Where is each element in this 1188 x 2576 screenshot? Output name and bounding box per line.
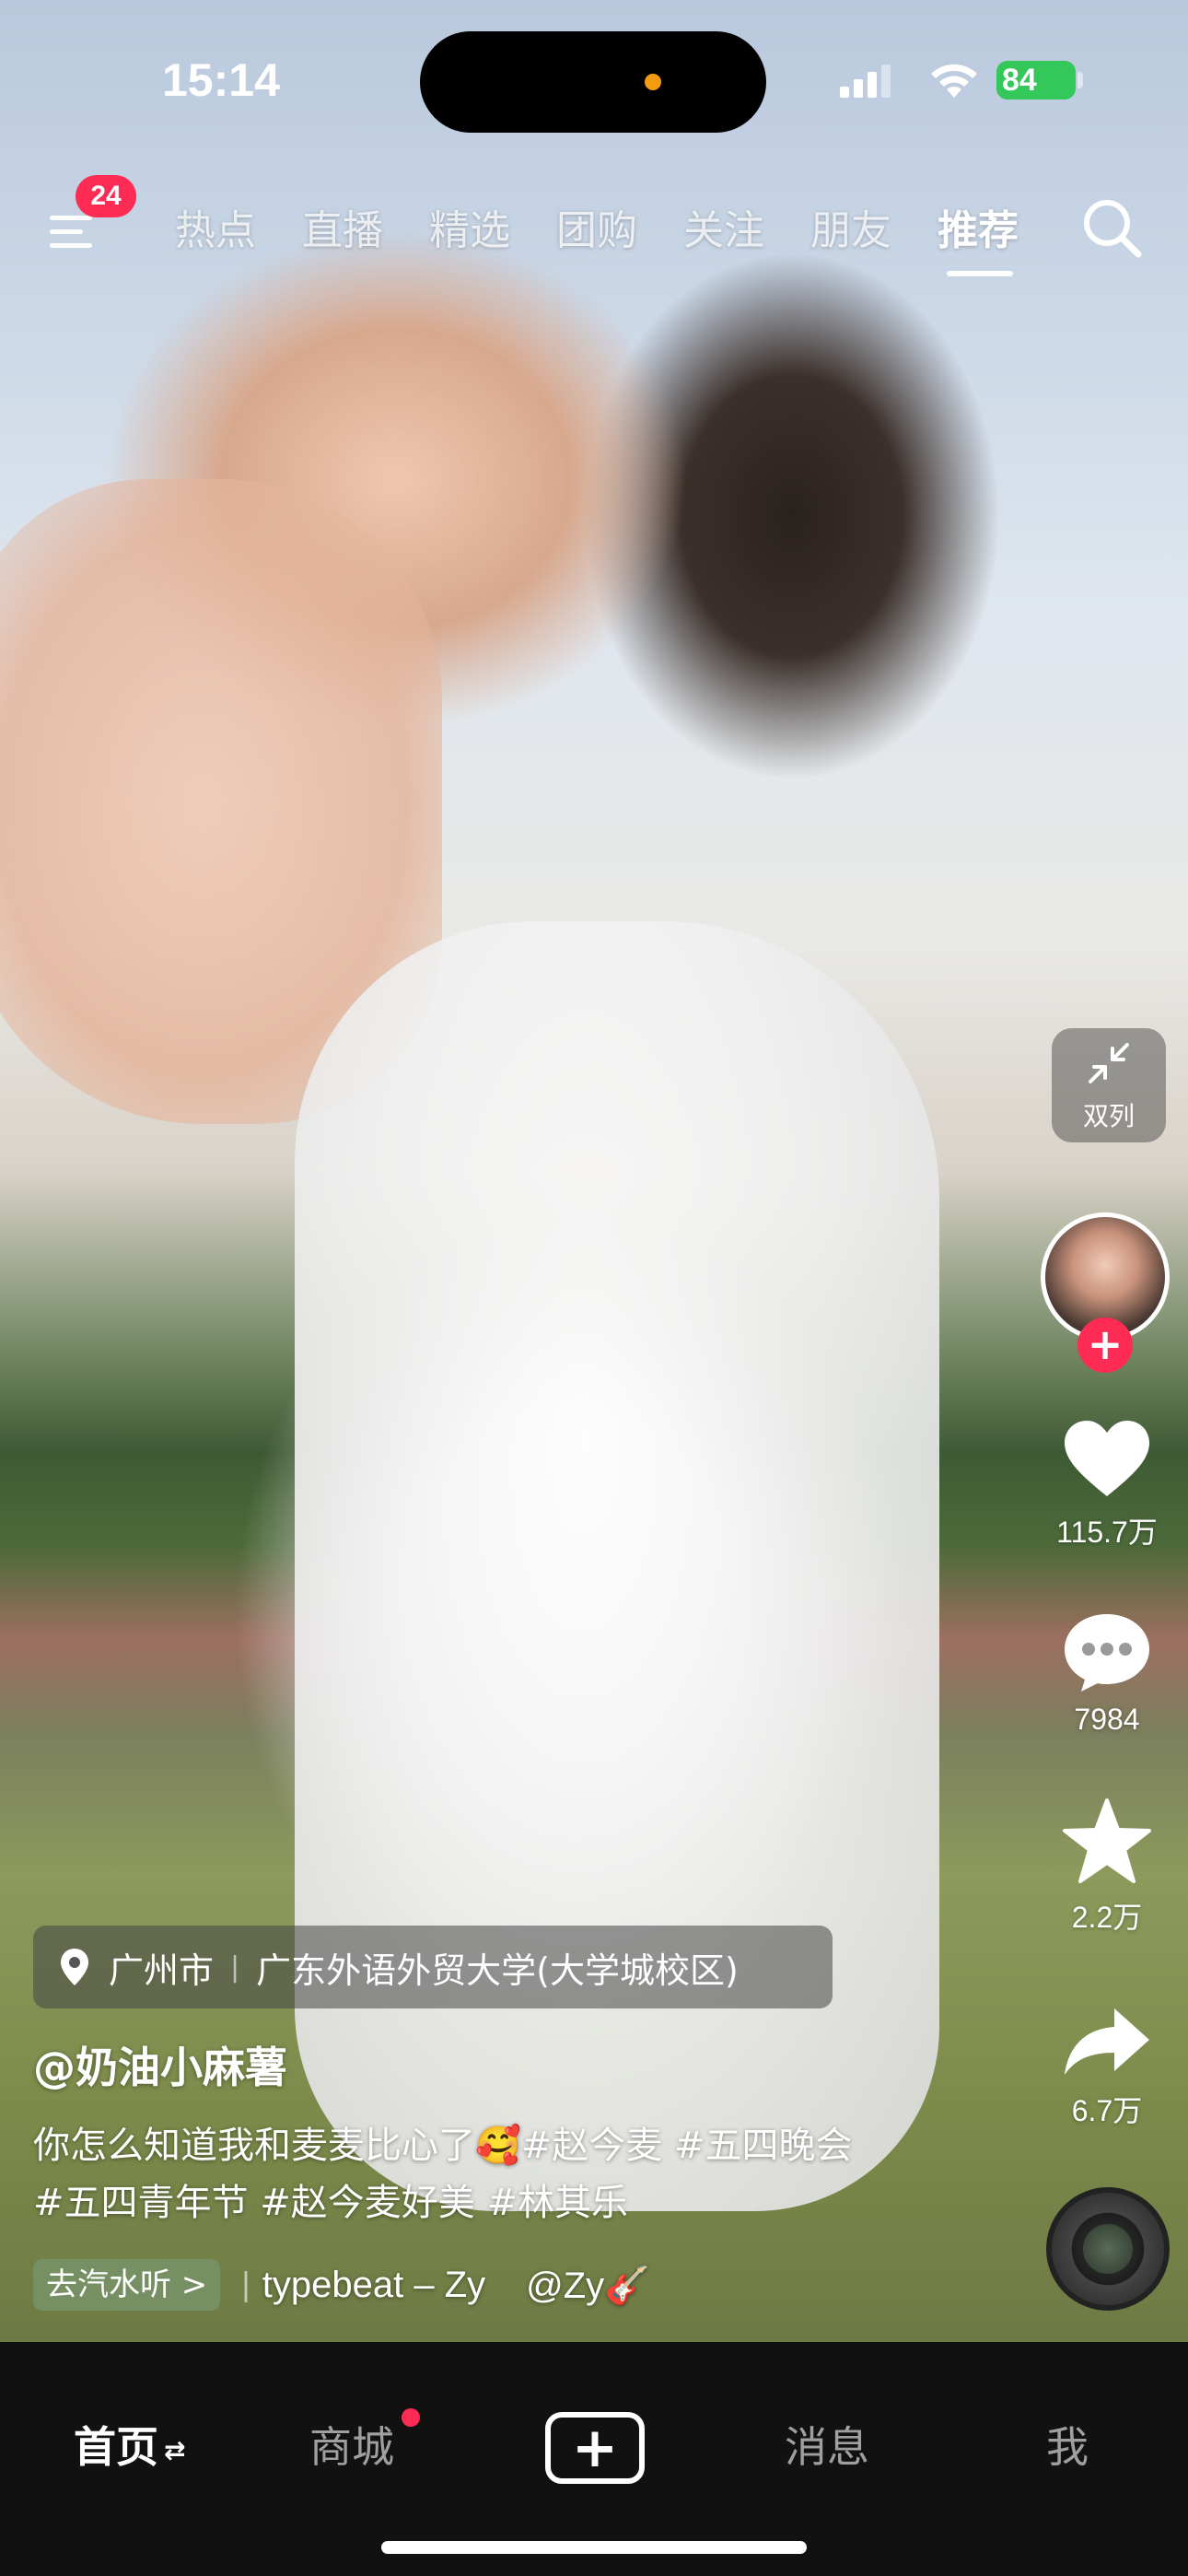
create-button[interactable]: + — [545, 2412, 645, 2484]
battery-level: 84 — [1002, 63, 1037, 98]
dynamic-island — [420, 31, 766, 133]
share-count: 6.7万 — [1071, 2094, 1143, 2127]
listen-on-qishui-button[interactable]: 去汽水听 > — [33, 2259, 221, 2311]
swap-arrows-icon: ⇄ — [164, 2435, 186, 2465]
privacy-indicator-dot — [645, 74, 661, 90]
follow-button[interactable]: + — [1077, 1317, 1133, 1373]
location-separator: | — [230, 1950, 240, 1984]
active-tab-underline — [947, 271, 1013, 276]
status-time: 15:14 — [162, 54, 280, 106]
home-indicator[interactable] — [381, 2541, 807, 2554]
video-caption[interactable]: 你怎么知道我和麦麦比心了🥰#赵今麦 #五四晚会 #五四青年节 #赵今麦好美 #林… — [33, 2117, 1009, 2231]
star-icon — [1063, 1798, 1151, 1883]
dual-column-label: 双列 — [1082, 1101, 1135, 1131]
tab-live[interactable]: 直播 — [302, 197, 383, 256]
tab-featured[interactable]: 精选 — [429, 197, 510, 256]
search-icon[interactable] — [1079, 195, 1146, 262]
music-disc[interactable] — [1046, 2187, 1170, 2311]
dual-column-button[interactable]: 双列 — [1052, 1028, 1166, 1142]
tab-friends[interactable]: 朋友 — [810, 197, 891, 256]
wifi-icon — [931, 64, 977, 98]
caption-line-1: 你怎么知道我和麦麦比心了🥰#赵今麦 #五四晚会 — [33, 2125, 853, 2167]
battery-indicator: 84 — [996, 61, 1076, 100]
location-place: 广东外语外贸大学(大学城校区) — [256, 1950, 739, 1991]
location-chip[interactable]: 广州市 | 广东外语外贸大学(大学城校区) — [33, 1926, 833, 2008]
music-author: @Zy🎸 — [526, 2265, 650, 2306]
tab-recommended[interactable]: 推荐 — [938, 197, 1019, 256]
battery-cap — [1077, 72, 1083, 88]
app-screen: 15:14 84 24 热点 直播 精选 团购 关注 朋友 推荐 双列 + 11… — [0, 0, 1188, 2576]
tab-home-label: 首页 — [74, 2422, 158, 2472]
favorite-button[interactable]: 2.2万 — [1041, 1797, 1173, 1937]
tab-hot[interactable]: 热点 — [175, 197, 256, 256]
share-arrow-icon — [1065, 2008, 1149, 2075]
comment-icon — [1065, 1614, 1149, 1692]
like-button[interactable]: 115.7万 — [1041, 1417, 1173, 1551]
plus-icon: + — [571, 2416, 619, 2480]
location-city: 广州市 — [109, 1950, 215, 1991]
music-row[interactable]: 去汽水听 > | typebeat – Zy @Zy🎸 — [33, 2257, 650, 2313]
video-subject-dress — [295, 921, 939, 2211]
collapse-arrows-icon — [1089, 1043, 1129, 1083]
bottom-tab-bar: 首页 ⇄ 商城 + 消息 我 — [0, 2342, 1188, 2576]
share-button[interactable]: 6.7万 — [1041, 2005, 1173, 2130]
heart-icon — [1065, 1421, 1149, 1496]
tab-messages[interactable]: 消息 — [785, 2414, 869, 2475]
top-nav: 24 热点 直播 精选 团购 关注 朋友 推荐 — [0, 175, 1188, 276]
comment-button[interactable]: 7984 — [1041, 1610, 1173, 1737]
caption-line-2: #五四青年节 #赵今麦好美 #林其乐 — [33, 2182, 628, 2224]
tab-shop[interactable]: 商城 — [309, 2414, 394, 2475]
cellular-signal-icon — [840, 64, 891, 98]
tab-me[interactable]: 我 — [1046, 2414, 1089, 2475]
music-disc-cover — [1083, 2224, 1133, 2274]
favorite-count: 2.2万 — [1071, 1901, 1143, 1934]
music-separator: | — [240, 2266, 251, 2303]
comment-count: 7984 — [1074, 1703, 1140, 1736]
tab-home[interactable]: 首页 ⇄ — [74, 2414, 185, 2475]
location-pin-icon — [61, 1949, 88, 1985]
music-title: typebeat – Zy — [262, 2264, 486, 2305]
tab-following[interactable]: 关注 — [683, 197, 764, 256]
shop-notification-dot — [402, 2408, 420, 2427]
like-count: 115.7万 — [1056, 1516, 1158, 1549]
author-name[interactable]: @奶油小麻薯 — [33, 2034, 287, 2095]
menu-notification-badge: 24 — [76, 175, 136, 217]
status-bar: 15:14 84 — [0, 0, 1188, 157]
tab-group-buy[interactable]: 团购 — [556, 197, 637, 256]
